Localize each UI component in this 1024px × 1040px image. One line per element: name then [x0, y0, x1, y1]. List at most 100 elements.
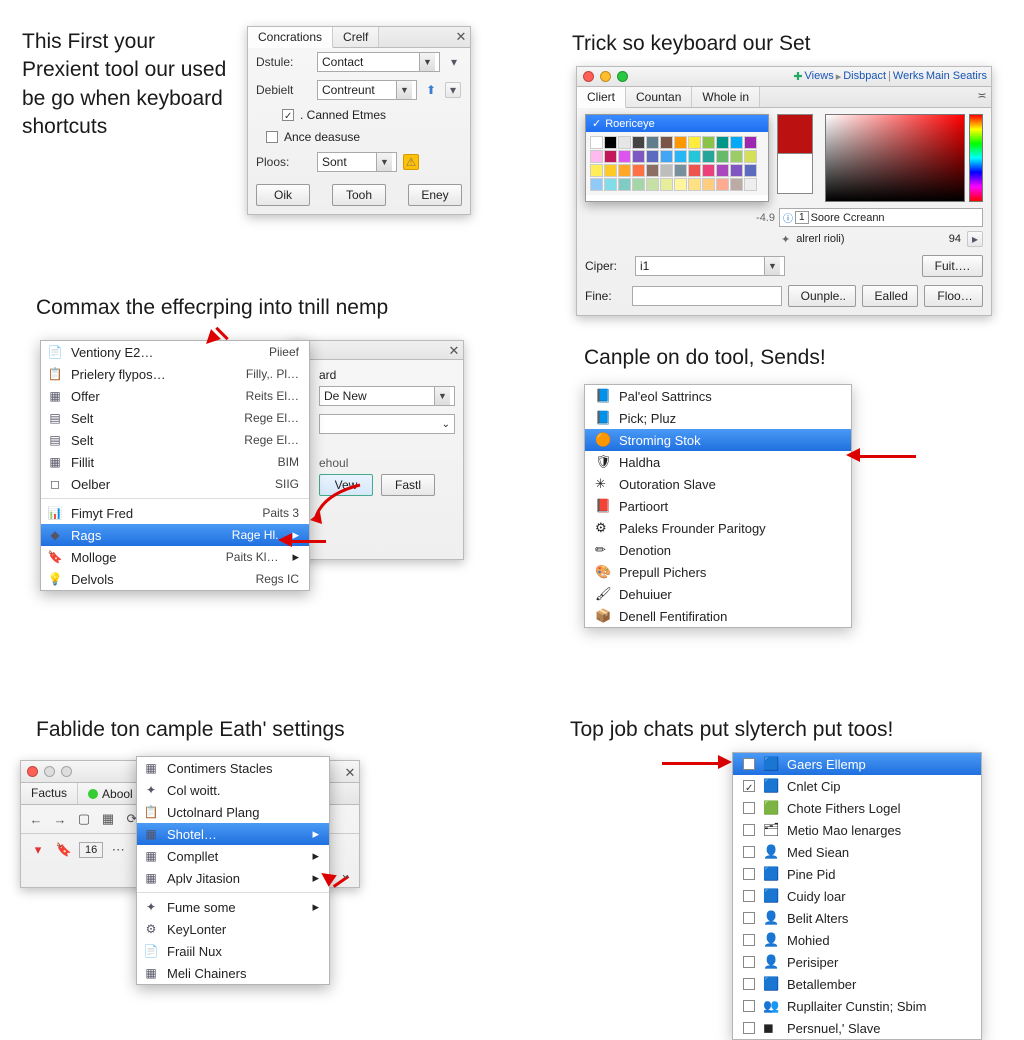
- list-item[interactable]: 📦Denell Fentifiration: [585, 605, 851, 627]
- bookmark-icon[interactable]: 🔖: [53, 840, 75, 860]
- checklist-item[interactable]: 🟦Cuidy loar: [733, 885, 981, 907]
- select-denew[interactable]: De New ▼: [319, 386, 455, 406]
- swatch-cell[interactable]: [618, 178, 631, 191]
- checkbox-ance[interactable]: [266, 131, 278, 143]
- swatch-cell[interactable]: [744, 178, 757, 191]
- minimize-traffic-icon[interactable]: [600, 71, 611, 82]
- panel-menu-icon[interactable]: ▾: [445, 82, 461, 98]
- checkbox[interactable]: [743, 890, 755, 902]
- dropdown-extra-icon[interactable]: ▾: [446, 54, 462, 70]
- swatch-cell[interactable]: [702, 178, 715, 191]
- select-ploos[interactable]: Sont ▼: [317, 152, 397, 172]
- checklist-item[interactable]: 🟦Gaers Ellemp: [733, 753, 981, 775]
- swatch-cell[interactable]: [632, 136, 645, 149]
- close-icon[interactable]: ✕: [341, 763, 359, 781]
- menu-item[interactable]: 📄Fraiil Nux: [137, 940, 329, 962]
- menu-item[interactable]: ▤SeltRege El…: [41, 429, 309, 451]
- swatch-cell[interactable]: [674, 178, 687, 191]
- select-debielt[interactable]: Contreunt ▼: [317, 80, 417, 100]
- up-arrow-icon[interactable]: ⬆: [423, 82, 439, 98]
- button-eney[interactable]: Eney: [408, 184, 462, 206]
- close-traffic-icon[interactable]: [27, 766, 38, 777]
- swatch-cell[interactable]: [702, 150, 715, 163]
- checklist-item[interactable]: 🟩Chote Fithers Logel: [733, 797, 981, 819]
- button-ounple[interactable]: Ounple..: [788, 285, 856, 307]
- marker-red-icon[interactable]: ▾: [27, 840, 49, 860]
- select-dstule[interactable]: Contact ▼: [317, 52, 440, 72]
- tab-countan[interactable]: Countan: [626, 87, 692, 107]
- swatch-cell[interactable]: [744, 136, 757, 149]
- list-item[interactable]: 🖌Dehuiuer: [585, 583, 851, 605]
- checkbox[interactable]: [743, 802, 755, 814]
- checklist-item[interactable]: 👤Perisiper: [733, 951, 981, 973]
- menu-item[interactable]: ▦Meli Chainers: [137, 962, 329, 984]
- swatch-cell[interactable]: [646, 178, 659, 191]
- zoom-traffic-icon[interactable]: [617, 71, 628, 82]
- grid-icon[interactable]: ▦: [97, 809, 119, 829]
- counter-box[interactable]: 16: [79, 842, 103, 858]
- swatch-cell[interactable]: [646, 136, 659, 149]
- menu-item[interactable]: ▦Contimers Stacles: [137, 757, 329, 779]
- checkbox[interactable]: [743, 912, 755, 924]
- list-item[interactable]: 📘Pick; Pluz: [585, 407, 851, 429]
- swatch-cell[interactable]: [660, 178, 673, 191]
- tab-concrations[interactable]: Concrations: [248, 27, 333, 48]
- panel-collapse-icon[interactable]: ≍: [973, 87, 991, 107]
- swatch-cell[interactable]: [660, 136, 673, 149]
- checklist-item[interactable]: 🗂Metio Mao lenarges: [733, 819, 981, 841]
- tab-cliert[interactable]: Cliert: [577, 87, 626, 108]
- window-traffic-lights[interactable]: [577, 67, 634, 86]
- list-item[interactable]: 📘Pal'eol Sattrincs: [585, 385, 851, 407]
- button-tooh[interactable]: Tooh: [332, 184, 386, 206]
- close-icon[interactable]: ✕: [452, 27, 470, 47]
- zoom-traffic-icon[interactable]: [61, 766, 72, 777]
- menu-item[interactable]: 📋Uctolnard Plang: [137, 801, 329, 823]
- swatch-cell[interactable]: [702, 136, 715, 149]
- tab-abool[interactable]: Abool: [78, 783, 144, 804]
- expand-box[interactable]: ⌄: [319, 414, 455, 434]
- menu-item[interactable]: ⚙KeyLonter: [137, 918, 329, 940]
- swatch-cell[interactable]: [688, 178, 701, 191]
- close-traffic-icon[interactable]: [583, 71, 594, 82]
- swatch-cell[interactable]: [646, 150, 659, 163]
- menu-item[interactable]: ▦FillitBIM: [41, 451, 309, 473]
- menu-item[interactable]: ◻OelberSIIG: [41, 473, 309, 495]
- menu-item[interactable]: ▤SeltRege El…: [41, 407, 309, 429]
- tab-wholein[interactable]: Whole in: [692, 87, 760, 107]
- menu-item[interactable]: ▦Aplv Jitasion▸: [137, 867, 329, 889]
- swatch-cell[interactable]: [702, 164, 715, 177]
- toolbar-link-mainseatirs[interactable]: Main Seatirs: [926, 70, 987, 83]
- toolbar-link-disbpact[interactable]: Disbpact: [843, 70, 886, 83]
- list-item[interactable]: 🎨Prepull Pichers: [585, 561, 851, 583]
- swatch-cell[interactable]: [632, 150, 645, 163]
- swatch-cell[interactable]: [730, 178, 743, 191]
- home-icon[interactable]: ▢: [73, 809, 95, 829]
- checklist-item[interactable]: 🟦Betallember: [733, 973, 981, 995]
- toolbar-link-views[interactable]: Views: [805, 70, 834, 83]
- swatch-cell[interactable]: [674, 150, 687, 163]
- saturation-picker[interactable]: [825, 114, 965, 202]
- swatch-cell[interactable]: [604, 150, 617, 163]
- checkbox[interactable]: [743, 824, 755, 836]
- swatch-cell[interactable]: [590, 136, 603, 149]
- more-icon[interactable]: ⋯: [107, 840, 129, 860]
- swatch-cell[interactable]: [632, 178, 645, 191]
- checkbox[interactable]: [743, 780, 755, 792]
- list-item[interactable]: ✏Denotion: [585, 539, 851, 561]
- swatch-cell[interactable]: [688, 150, 701, 163]
- swatch-cell[interactable]: [716, 136, 729, 149]
- checklist-item[interactable]: 👥Rupllaiter Cunstin; Sbim: [733, 995, 981, 1017]
- list-item[interactable]: ✳Outoration Slave: [585, 473, 851, 495]
- swatch-cell[interactable]: [688, 136, 701, 149]
- checklist-item[interactable]: 👤Med Siean: [733, 841, 981, 863]
- close-icon[interactable]: ✕: [445, 341, 463, 359]
- swatch-cell[interactable]: [646, 164, 659, 177]
- input-fine[interactable]: [632, 286, 782, 306]
- list-item[interactable]: 🟠Stroming Stok: [585, 429, 851, 451]
- menu-item[interactable]: ▦Shotel…▸: [137, 823, 329, 845]
- checkbox[interactable]: [743, 846, 755, 858]
- button-fastl[interactable]: Fastl: [381, 474, 435, 496]
- list-item[interactable]: 🛡Haldha: [585, 451, 851, 473]
- hue-slider[interactable]: [969, 114, 983, 202]
- swatch-cell[interactable]: [716, 164, 729, 177]
